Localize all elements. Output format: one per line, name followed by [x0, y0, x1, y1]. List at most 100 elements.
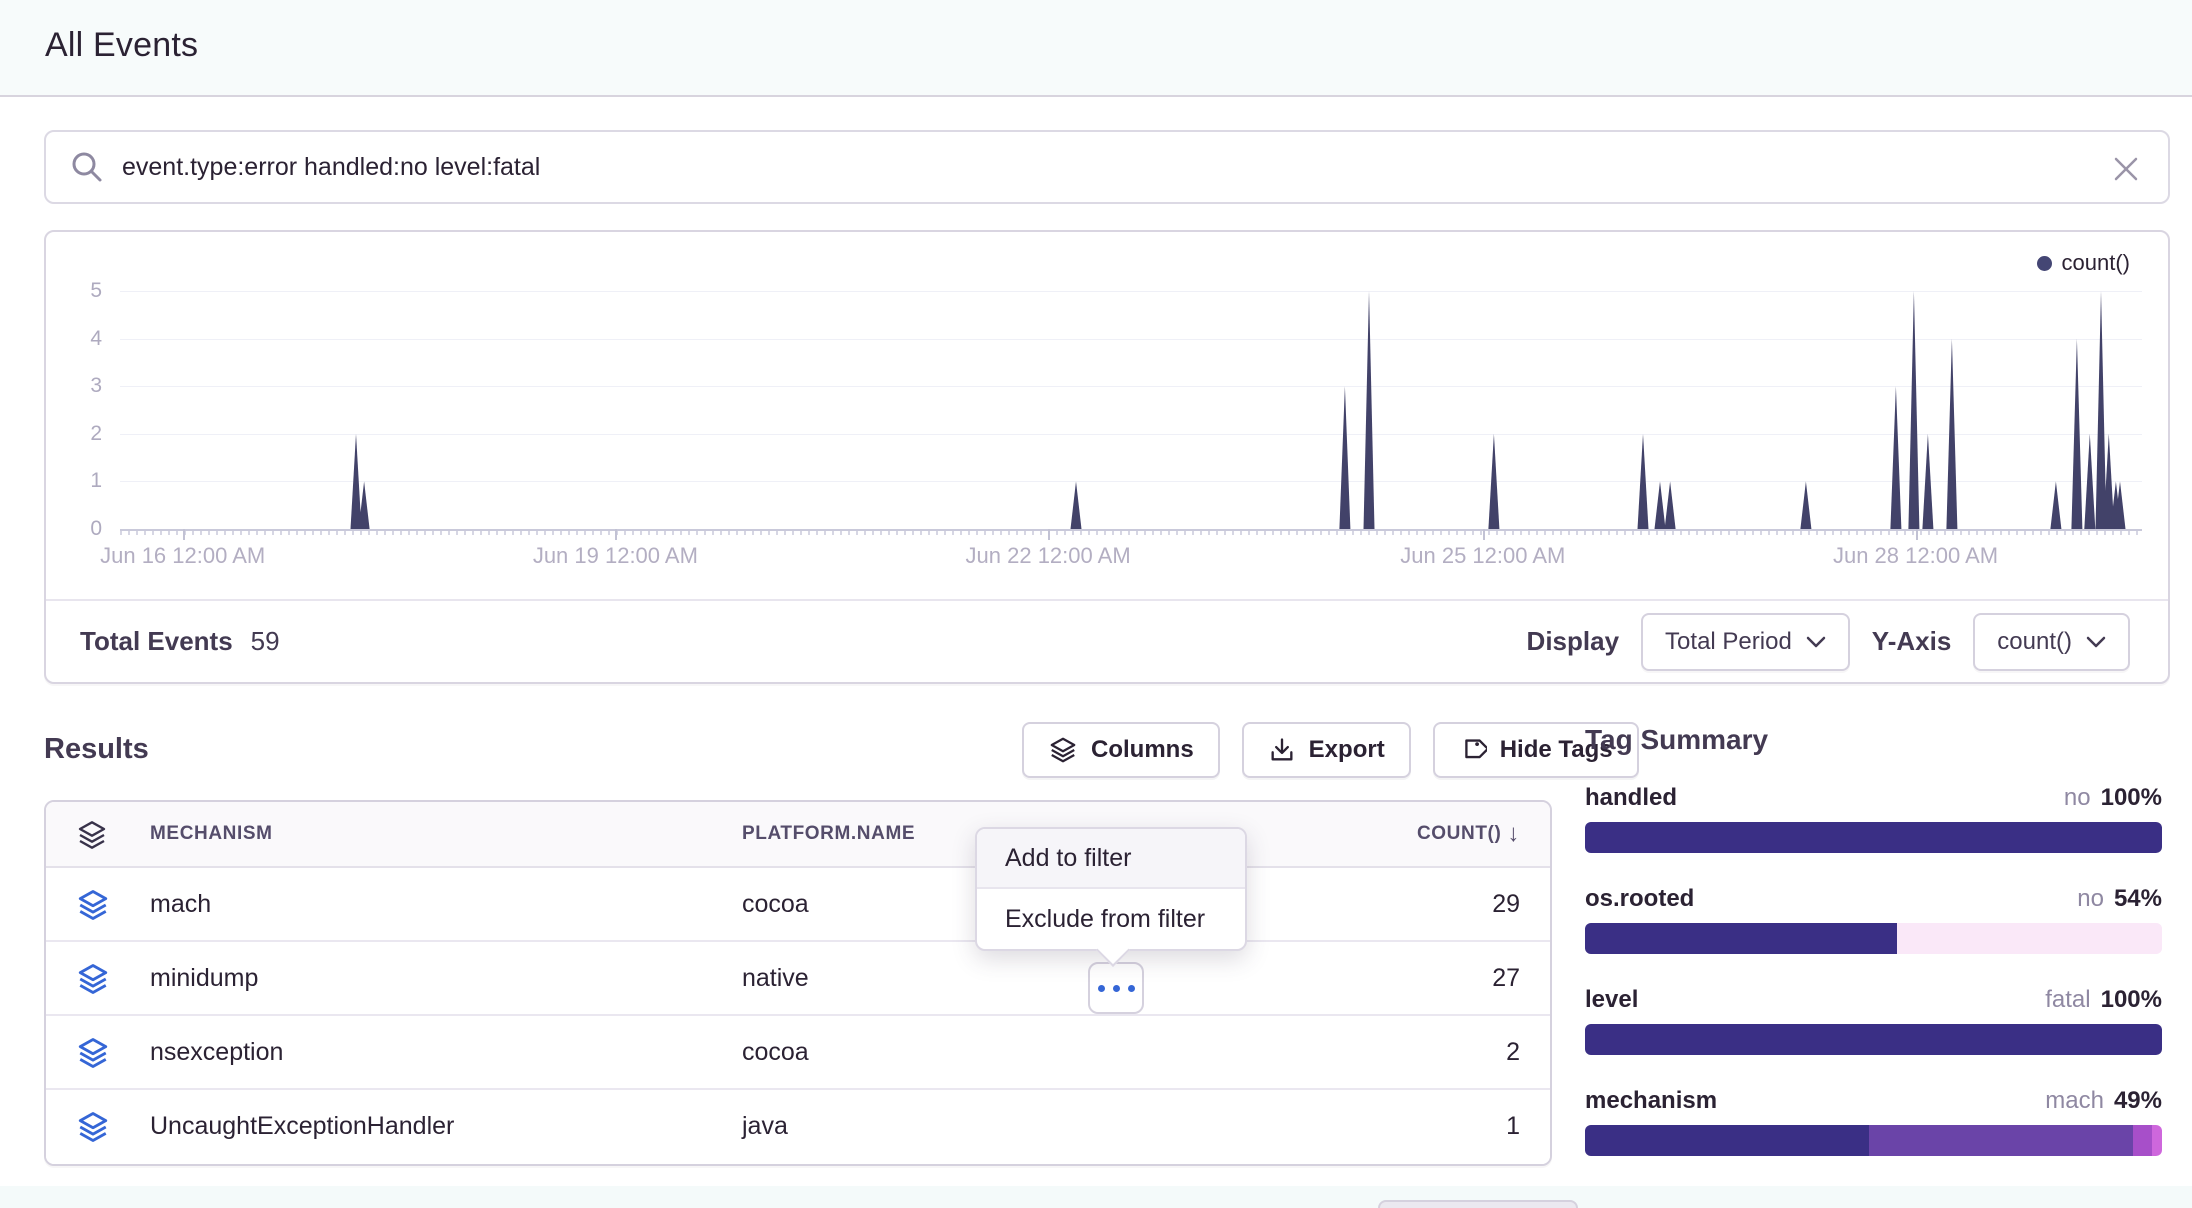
tag-name[interactable]: level — [1585, 986, 1638, 1014]
download-icon — [1268, 736, 1296, 764]
table-row[interactable]: nsexception cocoa 2 — [46, 1016, 1550, 1090]
cell-platform[interactable]: cocoa — [742, 890, 809, 919]
column-header-platform[interactable]: PLATFORM.NAME — [742, 823, 915, 845]
tag-bar-segment — [2152, 1125, 2162, 1156]
tag-distribution-bar[interactable] — [1585, 1024, 2162, 1055]
table-row[interactable]: mach cocoa 29 — [46, 868, 1550, 942]
layers-icon[interactable] — [76, 1110, 110, 1144]
menu-item-add-to-filter[interactable]: Add to filter — [977, 829, 1245, 889]
column-header-mechanism[interactable]: MECHANISM — [150, 823, 273, 845]
tag-distribution-bar[interactable] — [1585, 822, 2162, 853]
y-axis-label: 3 — [52, 374, 102, 398]
edit-columns-icon[interactable] — [76, 819, 108, 851]
x-axis-miniticks — [120, 531, 2142, 535]
tag-name[interactable]: handled — [1585, 784, 1677, 812]
chevron-down-icon — [1806, 635, 1826, 649]
x-axis-tick — [1916, 529, 1918, 540]
tag-bar-segment — [1585, 822, 2162, 853]
chart-plot-area[interactable]: Jun 16 12:00 AMJun 19 12:00 AMJun 22 12:… — [120, 291, 2142, 529]
count-series-spikes — [120, 291, 2142, 531]
cell-platform[interactable]: cocoa — [742, 1038, 809, 1067]
tag-distribution-bar[interactable] — [1585, 1125, 2162, 1156]
cell-context-menu: Add to filter Exclude from filter — [975, 827, 1247, 951]
count-spike — [1339, 386, 1350, 529]
yaxis-dropdown-value: count() — [1997, 628, 2072, 656]
tag-entry: os.rooted no 54% — [1585, 885, 2162, 954]
cell-count[interactable]: 27 — [1492, 964, 1520, 993]
layers-icon[interactable] — [76, 888, 110, 922]
sort-desc-icon: ↓ — [1507, 820, 1520, 848]
layers-icon[interactable] — [76, 1036, 110, 1070]
results-table: MECHANISM PLATFORM.NAME COUNT() ↓ mach c… — [44, 800, 1552, 1166]
chart-footer: Total Events 59 Display Total Period Y-A… — [46, 599, 2168, 682]
legend-label: count() — [2062, 250, 2130, 276]
tag-bar-segment — [1897, 923, 2162, 954]
pagination-buttons-cutoff[interactable] — [1378, 1200, 1578, 1208]
tag-bar-segment — [1585, 1024, 2162, 1055]
display-dropdown[interactable]: Total Period — [1641, 613, 1850, 671]
page-bottom-band — [0, 1186, 2192, 1208]
tag-percent: 49% — [2114, 1087, 2162, 1115]
yaxis-dropdown[interactable]: count() — [1973, 613, 2130, 671]
count-spike — [1488, 434, 1499, 529]
yaxis-label: Y-Axis — [1872, 626, 1952, 657]
x-axis-tick — [1483, 529, 1485, 540]
tag-entry: level fatal 100% — [1585, 986, 2162, 1055]
tag-distribution-bar[interactable] — [1585, 923, 2162, 954]
count-spike — [359, 481, 370, 529]
count-spike — [1655, 481, 1666, 529]
tag-summary-panel: Tag Summary handled no 100% os.rooted no… — [1585, 724, 2162, 1208]
display-label: Display — [1527, 626, 1620, 657]
count-spike — [2096, 291, 2107, 529]
tag-top-value: no — [2064, 784, 2091, 812]
x-axis-label: Jun 19 12:00 AM — [533, 543, 698, 569]
cell-actions-button[interactable] — [1088, 962, 1144, 1014]
y-axis-label: 5 — [52, 279, 102, 303]
cell-count[interactable]: 1 — [1506, 1112, 1520, 1141]
cell-count[interactable]: 29 — [1492, 890, 1520, 919]
count-spike — [1908, 291, 1919, 529]
tag-name[interactable]: mechanism — [1585, 1087, 1717, 1115]
count-spike — [1800, 481, 1811, 529]
count-spike — [1665, 481, 1676, 529]
tag-top-value: fatal — [2045, 986, 2090, 1014]
columns-button[interactable]: Columns — [1022, 722, 1220, 778]
cell-mechanism[interactable]: UncaughtExceptionHandler — [150, 1112, 454, 1141]
total-events-value: 59 — [251, 626, 280, 657]
tag-entry: handled no 100% — [1585, 784, 2162, 853]
tag-bar-segment — [1869, 1125, 2133, 1156]
count-spike — [2084, 434, 2095, 529]
tag-entry: mechanism mach 49% — [1585, 1087, 2162, 1156]
tag-percent: 100% — [2101, 784, 2162, 812]
count-spike — [2050, 481, 2061, 529]
count-spike — [1890, 386, 1901, 529]
table-actions: Columns Export Hide Tags — [1022, 722, 1639, 778]
cell-platform[interactable]: java — [742, 1112, 788, 1141]
results-heading: Results — [44, 733, 149, 766]
layers-icon[interactable] — [76, 962, 110, 996]
tag-bar-segment — [2133, 1125, 2152, 1156]
count-spike — [1071, 481, 1082, 529]
clear-search-icon[interactable] — [2106, 149, 2146, 189]
column-header-count[interactable]: COUNT() ↓ — [1417, 820, 1520, 848]
cell-mechanism[interactable]: mach — [150, 890, 211, 919]
layers-icon — [1048, 735, 1078, 765]
export-button[interactable]: Export — [1242, 722, 1411, 778]
x-axis-tick — [1048, 529, 1050, 540]
chevron-down-icon — [2086, 635, 2106, 649]
cell-count[interactable]: 2 — [1506, 1038, 1520, 1067]
y-axis-label: 2 — [52, 422, 102, 446]
cell-mechanism[interactable]: nsexception — [150, 1038, 283, 1067]
ellipsis-icon — [1098, 985, 1105, 992]
table-row[interactable]: UncaughtExceptionHandler java 1 — [46, 1090, 1550, 1164]
cell-mechanism[interactable]: minidump — [150, 964, 258, 993]
search-input[interactable]: event.type:error handled:no level:fatal — [44, 130, 2170, 204]
x-axis-label: Jun 16 12:00 AM — [100, 543, 265, 569]
columns-button-label: Columns — [1091, 736, 1194, 764]
tag-name[interactable]: os.rooted — [1585, 885, 1694, 913]
page-title: All Events — [45, 26, 198, 65]
legend-dot-icon — [2037, 256, 2052, 271]
tag-bar-segment — [1585, 1125, 1869, 1156]
cell-platform[interactable]: native — [742, 964, 809, 993]
table-row[interactable]: minidump native 27 — [46, 942, 1550, 1016]
